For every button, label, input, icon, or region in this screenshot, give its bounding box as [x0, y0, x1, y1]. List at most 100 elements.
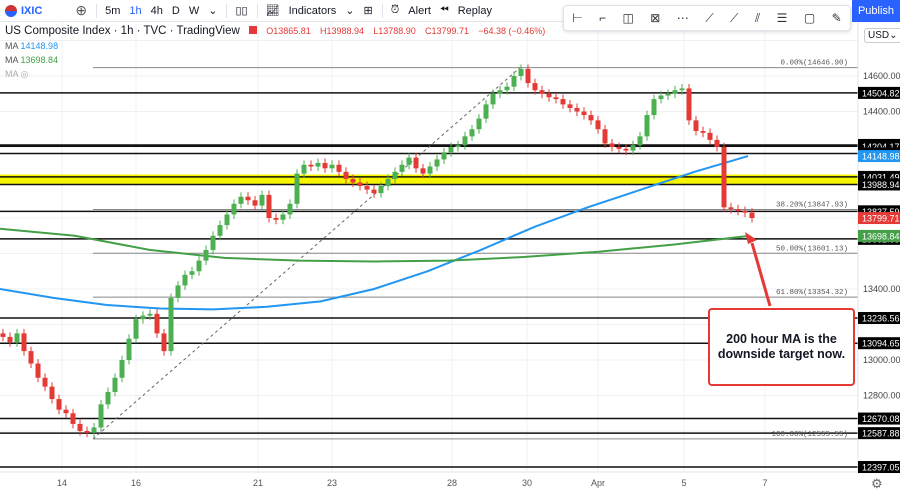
candle-body: [189, 271, 195, 275]
flag-icon[interactable]: [249, 26, 257, 34]
price-level-label: 14504.82: [862, 88, 900, 98]
candle-body: [287, 203, 293, 215]
fib-label: 0.00%(14646.90): [780, 60, 848, 68]
candle-body: [420, 168, 426, 174]
candle-body: [63, 409, 69, 414]
candle-body: [560, 99, 566, 105]
dots-icon[interactable]: ⋯: [677, 11, 689, 25]
crosshair-tool-icon[interactable]: ⊠: [650, 11, 660, 25]
candle-body: [42, 377, 48, 387]
ma-label: MA: [5, 55, 19, 65]
candle-body: [343, 171, 349, 179]
candle-body: [182, 274, 188, 286]
candle-body: [714, 139, 720, 147]
candle-body: [245, 196, 251, 201]
candle-body: [476, 118, 482, 130]
candle-body: [161, 333, 167, 352]
candle-body: [434, 159, 440, 167]
candle-body: [574, 107, 580, 112]
candle-body: [553, 97, 559, 100]
brush-icon[interactable]: ✎: [832, 11, 842, 25]
parallel-channel-icon[interactable]: ⫽: [755, 11, 760, 26]
box-icon[interactable]: ▢: [804, 11, 815, 25]
candle-body: [693, 120, 699, 132]
candle-body: [217, 225, 223, 236]
chart-title: US Composite Index · 1h · TVC · TradingV…: [5, 25, 240, 37]
candle-body: [126, 338, 132, 360]
candle-body: [49, 386, 55, 400]
candle-body: [140, 315, 146, 320]
candle-body: [154, 313, 160, 334]
note-tool-icon[interactable]: ◫: [623, 11, 634, 25]
candle-body: [77, 423, 83, 431]
annotation-callout[interactable]: 200 hour MA is the downside target now.: [708, 308, 855, 386]
candle-body: [301, 164, 307, 174]
price-badge-label: 13698.84: [862, 231, 900, 241]
candle-body: [588, 115, 594, 121]
candle-body: [532, 83, 538, 91]
candle-body: [224, 214, 230, 226]
candle-body: [350, 178, 356, 183]
ma-label: MA: [5, 41, 19, 51]
currency-dropdown[interactable]: USD⌄: [864, 28, 900, 43]
candle-body: [483, 104, 489, 119]
eye-hidden-icon[interactable]: ◎: [21, 69, 29, 79]
candle-body: [112, 377, 118, 392]
candle-body: [315, 162, 321, 167]
candle-body: [413, 157, 419, 169]
candle-body: [735, 209, 741, 211]
candle-body: [7, 336, 13, 343]
candle-body: [70, 413, 76, 424]
ma-200-legend[interactable]: MA 13698.84: [5, 55, 545, 65]
ma-hidden-legend[interactable]: MA ◎: [5, 69, 545, 80]
candle-body: [196, 260, 202, 272]
candle-body: [616, 147, 622, 149]
time-tick-label: 5: [681, 478, 686, 488]
price-tick-label: 14600.00: [863, 71, 900, 81]
candle-body: [490, 93, 496, 105]
candle-body: [175, 285, 181, 298]
candle-body: [581, 111, 587, 116]
candle-body: [539, 90, 545, 94]
candle-body: [637, 136, 643, 146]
ohlc-change: −64.38 (−0.46%): [478, 26, 546, 36]
candle-body: [742, 210, 748, 213]
candle-body: [357, 182, 363, 187]
candle-body: [364, 186, 370, 190]
candle-body: [441, 152, 447, 160]
rectangle-tool-icon[interactable]: ⌐: [599, 11, 606, 25]
ma-100-value: 14148.98: [20, 41, 59, 51]
ma-100-legend[interactable]: MA 14148.98: [5, 41, 545, 51]
candle-body: [651, 99, 657, 116]
price-badge-label: 13799.71: [862, 214, 900, 224]
trend-line-icon[interactable]: ⟋: [705, 11, 713, 26]
candle-body: [84, 431, 90, 433]
price-level-label: 12670.08: [862, 414, 900, 424]
text-tool-icon[interactable]: ⊢: [572, 11, 582, 25]
time-tick-label: 16: [131, 478, 141, 488]
price-tick-label: 14400.00: [863, 107, 900, 117]
candle-body: [168, 297, 174, 352]
candle-body: [644, 115, 650, 137]
candle-body: [427, 166, 433, 174]
fib-label: 50.00%(13601.13): [776, 245, 848, 253]
candle-body: [259, 194, 265, 206]
candle-body: [294, 173, 300, 204]
ray-line-icon[interactable]: ⟋: [730, 11, 738, 26]
candle-body: [91, 427, 97, 433]
candle-body: [602, 129, 608, 144]
candle-body: [0, 333, 6, 337]
ohlc-high: H13988.94: [319, 26, 364, 36]
candle-body: [308, 164, 314, 167]
candle-body: [595, 120, 601, 130]
price-level-label: 12587.88: [862, 429, 900, 439]
candle-body: [98, 404, 104, 428]
chart-legend: US Composite Index · 1h · TVC · TradingV…: [5, 25, 545, 80]
candle-body: [469, 129, 475, 137]
ohlc-open: O13865.81: [266, 26, 311, 36]
candle-body: [14, 333, 20, 343]
candle-body: [133, 319, 139, 339]
fib-label: 100.00%(12555.55): [771, 431, 848, 439]
candle-body: [252, 200, 258, 206]
fib-retracement-icon[interactable]: ☰: [777, 11, 788, 25]
